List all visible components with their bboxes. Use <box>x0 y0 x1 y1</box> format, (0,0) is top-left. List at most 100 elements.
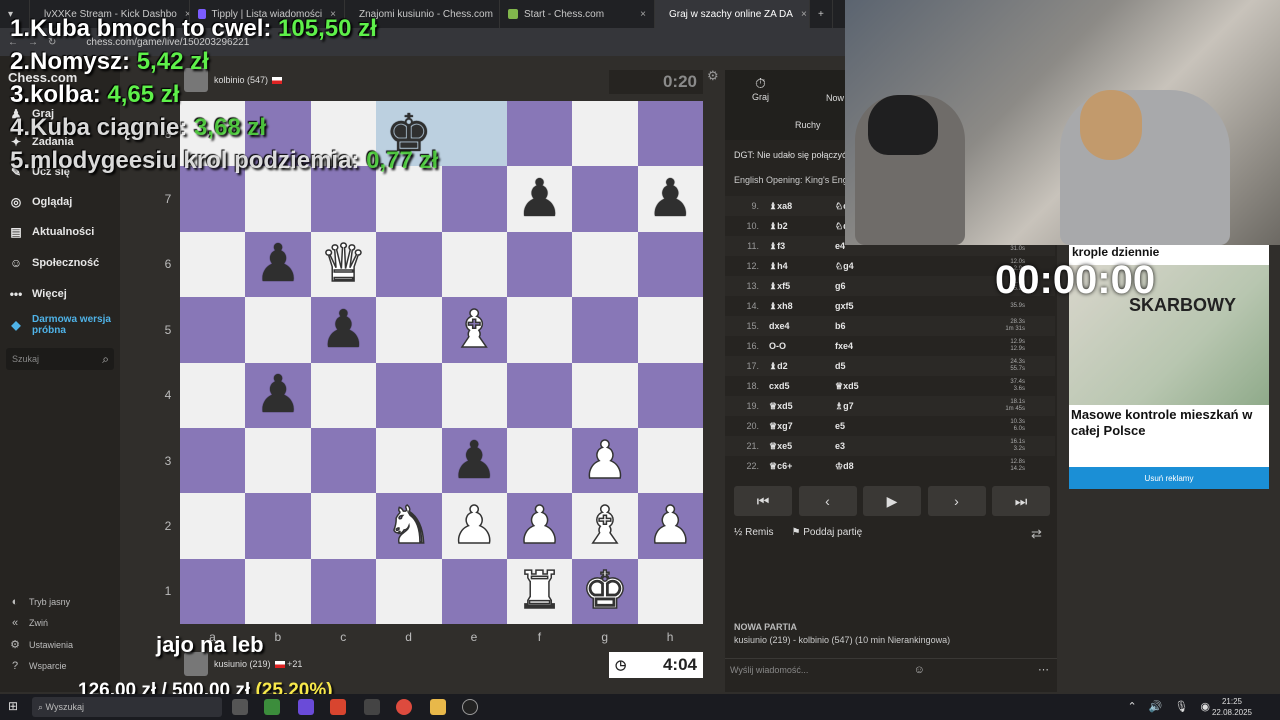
sidebar-item-5[interactable]: ☺ Społeczność <box>8 255 99 271</box>
taskbar-search[interactable]: ⌕ Wyszukaj <box>32 697 222 717</box>
sidebar-bottom-item[interactable]: ? Wsparcie <box>8 660 67 672</box>
next-move-button[interactable]: › <box>927 486 986 516</box>
square-c2[interactable] <box>310 493 377 559</box>
square-d3[interactable] <box>376 427 442 494</box>
previous-move-button[interactable]: ‹ <box>798 486 857 516</box>
square-g2[interactable]: ♝ <box>572 493 638 559</box>
square-b5[interactable] <box>245 297 311 363</box>
square-g4[interactable] <box>572 362 638 428</box>
tab-new[interactable]: Now <box>826 93 844 103</box>
chevron-up-icon[interactable]: ⌃ <box>1128 700 1137 713</box>
square-c6[interactable]: ♛ <box>310 231 377 298</box>
close-icon[interactable]: × <box>493 9 499 20</box>
black-pawn-icon[interactable]: ♟ <box>451 435 498 487</box>
free-trial-link[interactable]: ◆ Darmowa wersja próbna <box>8 314 112 336</box>
task-view-icon[interactable] <box>232 699 248 715</box>
square-e6[interactable] <box>441 231 507 298</box>
square-d1[interactable] <box>376 558 442 624</box>
square-g1[interactable]: ♚ <box>572 558 638 624</box>
square-c1[interactable] <box>310 558 377 624</box>
square-a1[interactable] <box>180 558 246 624</box>
square-f1[interactable]: ♜ <box>506 558 573 624</box>
black-pawn-icon[interactable]: ♟ <box>516 173 563 225</box>
flip-board-icon[interactable]: ⇄ <box>1031 526 1042 542</box>
square-f3[interactable] <box>506 427 573 494</box>
start-icon[interactable]: ⊞ <box>8 699 24 715</box>
square-f2[interactable]: ♟ <box>506 493 573 559</box>
white-move[interactable]: ♝xf5 <box>769 281 835 292</box>
square-h8[interactable] <box>637 101 703 167</box>
browser-tab[interactable]: Start - Chess.com × <box>500 0 655 28</box>
square-c5[interactable]: ♟ <box>310 297 377 363</box>
square-h3[interactable] <box>637 427 703 494</box>
black-move[interactable]: gxf5 <box>835 301 915 311</box>
square-g3[interactable]: ♟ <box>572 427 638 494</box>
close-icon[interactable]: × <box>632 9 646 20</box>
chat-input[interactable]: Wyślij wiadomość... ☺ ⋯ <box>725 658 1057 680</box>
ad-headline[interactable]: Masowe kontrole mieszkań w całej Polsce <box>1071 407 1267 439</box>
volume-icon[interactable]: 🔊 <box>1149 700 1163 713</box>
sidebar-bottom-item[interactable]: « Zwiń <box>8 617 48 629</box>
square-f8[interactable] <box>506 101 573 167</box>
chrome-icon[interactable] <box>396 699 412 715</box>
black-move[interactable]: b6 <box>835 321 915 331</box>
square-d4[interactable] <box>376 362 442 428</box>
square-f5[interactable] <box>506 297 573 363</box>
black-move[interactable]: ♗g7 <box>835 401 915 412</box>
square-h4[interactable] <box>637 362 703 428</box>
square-h5[interactable] <box>637 297 703 363</box>
sidebar-search-input[interactable]: Szukaj ⌕ <box>6 348 114 370</box>
more-icon[interactable]: ⋯ <box>1038 663 1049 676</box>
white-move[interactable]: ♝b2 <box>769 221 835 232</box>
app-icon[interactable] <box>364 699 380 715</box>
sidebar-item-4[interactable]: ▤ Aktualności <box>8 224 94 240</box>
white-move[interactable]: O-O <box>769 341 835 351</box>
white-move[interactable]: ♝xa8 <box>769 201 835 212</box>
black-move[interactable]: g6 <box>835 281 915 291</box>
bottom-player-name[interactable]: kusiunio <box>214 659 247 669</box>
black-move[interactable]: ♕xd5 <box>835 381 915 392</box>
square-e8[interactable] <box>441 101 507 167</box>
white-pawn-icon[interactable]: ♟ <box>581 434 629 488</box>
system-clock[interactable]: 21:25 22.08.2025 <box>1212 696 1252 718</box>
browser-tab[interactable]: Graj w szachy online ZA DA × <box>655 0 810 28</box>
square-d2[interactable]: ♞ <box>376 493 442 559</box>
white-knight-icon[interactable]: ♞ <box>385 499 433 553</box>
white-pawn-icon[interactable]: ♟ <box>516 499 564 553</box>
square-a2[interactable] <box>180 493 246 559</box>
square-g7[interactable] <box>572 166 638 232</box>
close-icon[interactable]: × <box>793 9 807 20</box>
square-g5[interactable] <box>572 297 638 363</box>
white-bishop-icon[interactable]: ♝ <box>450 303 498 357</box>
square-b1[interactable] <box>245 558 311 624</box>
mic-icon[interactable]: 🎙 <box>1174 700 1188 713</box>
square-h6[interactable] <box>637 231 703 298</box>
square-g6[interactable] <box>572 231 638 298</box>
black-pawn-icon[interactable]: ♟ <box>255 238 302 290</box>
white-king-icon[interactable]: ♚ <box>581 565 629 619</box>
last-move-button[interactable]: ⏭ <box>992 486 1050 516</box>
white-pawn-icon[interactable]: ♟ <box>646 499 694 553</box>
square-h7[interactable]: ♟ <box>637 166 703 232</box>
white-queen-icon[interactable]: ♛ <box>319 238 367 292</box>
sidebar-item-3[interactable]: ◎ Oglądaj <box>8 194 73 210</box>
sidebar-bottom-item[interactable]: ◐ Tryb jasny <box>8 596 71 608</box>
square-e3[interactable]: ♟ <box>441 427 507 494</box>
black-pawn-icon[interactable]: ♟ <box>320 304 367 356</box>
obs-icon[interactable] <box>462 699 478 715</box>
square-e7[interactable] <box>441 166 507 232</box>
draw-button[interactable]: ½ Remis <box>734 527 773 538</box>
tab-moves[interactable]: Ruchy <box>795 120 821 130</box>
square-d6[interactable] <box>376 231 442 298</box>
folder-icon[interactable] <box>430 699 446 715</box>
white-move[interactable]: cxd5 <box>769 381 835 391</box>
white-move[interactable]: ♝d2 <box>769 361 835 372</box>
white-move[interactable]: ♕xe5 <box>769 441 835 452</box>
sidebar-bottom-item[interactable]: ⚙ Ustawienia <box>8 638 73 651</box>
square-a5[interactable] <box>180 297 246 363</box>
square-g8[interactable] <box>572 101 638 167</box>
black-move[interactable]: e5 <box>835 421 915 431</box>
square-c4[interactable] <box>310 362 377 428</box>
black-move[interactable]: fxe4 <box>835 341 915 351</box>
brave-icon[interactable] <box>330 699 346 715</box>
